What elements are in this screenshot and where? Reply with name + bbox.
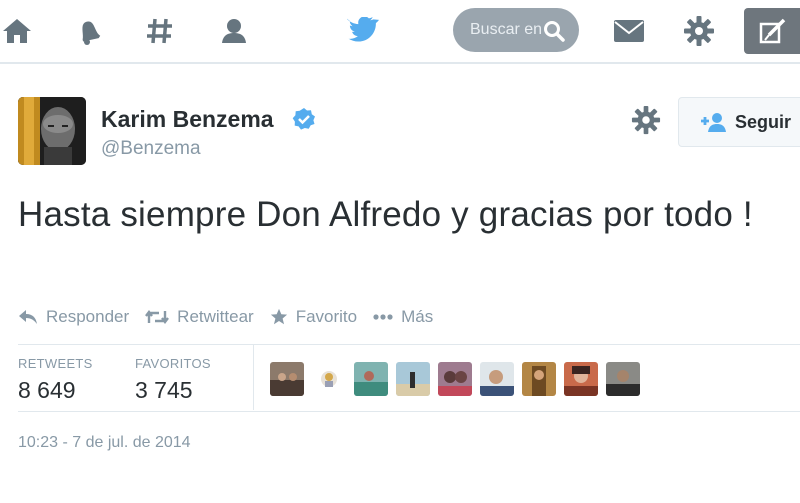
retweets-stat[interactable]: RETWEETS 8 649 (18, 356, 93, 404)
retweet-icon (145, 310, 170, 324)
notifications-icon[interactable] (72, 14, 106, 48)
verified-badge-icon (292, 107, 316, 136)
compose-tweet-button[interactable] (744, 8, 800, 54)
more-dots-icon (373, 314, 393, 320)
messages-icon[interactable] (612, 14, 646, 48)
favorite-button[interactable]: Favorito (270, 307, 357, 327)
author-avatar[interactable] (18, 97, 86, 165)
topbar-divider (0, 62, 800, 64)
favoriter-avatar[interactable] (270, 362, 304, 396)
tweet-actions: Responder Retwittear Favorito Más (18, 305, 449, 329)
more-button[interactable]: Más (373, 307, 433, 327)
user-actions-gear-icon[interactable] (631, 105, 661, 140)
reply-icon (19, 310, 37, 324)
favoriter-avatar[interactable] (606, 362, 640, 396)
favoriter-avatar[interactable] (312, 362, 346, 396)
favoriter-avatar[interactable] (438, 362, 472, 396)
favorites-label: FAVORITOS (135, 356, 211, 371)
follow-button[interactable]: Seguir (678, 97, 800, 147)
favoriter-avatar[interactable] (354, 362, 388, 396)
stats-vertical-divider (253, 345, 254, 410)
favoriter-avatar[interactable] (480, 362, 514, 396)
search-icon[interactable] (543, 20, 565, 42)
stats-top-divider (18, 344, 800, 345)
favoriters-avatars (270, 362, 648, 396)
follow-user-icon (701, 113, 726, 132)
reply-label: Responder (46, 307, 130, 326)
favorites-stat[interactable]: FAVORITOS 3 745 (135, 356, 211, 404)
follow-button-label: Seguir (735, 111, 792, 132)
twitter-bird-icon[interactable] (346, 14, 380, 48)
stats-bottom-divider (18, 411, 800, 412)
settings-icon[interactable] (682, 14, 716, 48)
discover-icon[interactable] (143, 14, 177, 48)
retweet-label: Retwittear (177, 307, 254, 326)
me-icon[interactable] (217, 14, 251, 48)
favorite-label: Favorito (295, 307, 358, 326)
retweet-button[interactable]: Retwittear (145, 307, 254, 327)
compose-icon (759, 18, 786, 44)
home-icon[interactable] (0, 14, 34, 48)
more-label: Más (401, 307, 434, 326)
favorites-count: 3 745 (135, 377, 193, 403)
favoriter-avatar[interactable] (396, 362, 430, 396)
author-handle[interactable]: @Benzema (101, 138, 201, 160)
search-input[interactable]: Buscar en Twitter (453, 8, 579, 52)
retweets-label: RETWEETS (18, 356, 93, 371)
author-name[interactable]: Karim Benzema (101, 106, 274, 133)
retweets-count: 8 649 (18, 377, 76, 403)
tweet-text: Hasta siempre Don Alfredo y gracias por … (18, 195, 753, 234)
star-icon (270, 308, 287, 325)
top-navigation: Buscar en Twitter (0, 0, 800, 62)
favoriter-avatar[interactable] (564, 362, 598, 396)
favoriter-avatar[interactable] (522, 362, 556, 396)
tweet-timestamp[interactable]: 10:23 - 7 de jul. de 2014 (18, 434, 191, 452)
search-placeholder: Buscar en Twitter (470, 21, 544, 38)
reply-button[interactable]: Responder (18, 307, 129, 327)
